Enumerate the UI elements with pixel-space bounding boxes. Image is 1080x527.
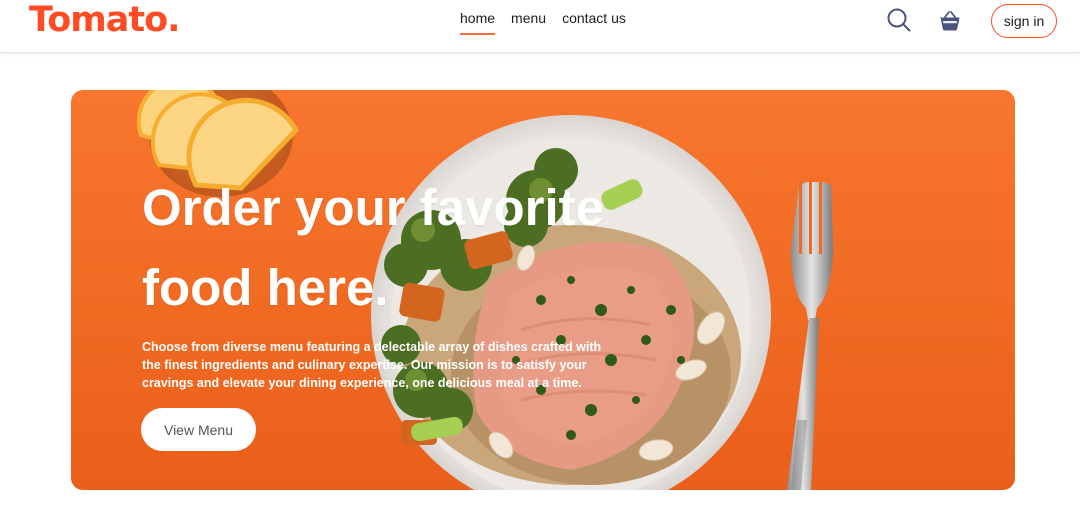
hero-banner: Order your favorite food here. Choose fr… (71, 90, 1015, 490)
basket-icon[interactable] (938, 9, 962, 33)
hero-description: Choose from diverse menu featuring a del… (142, 340, 602, 390)
nav-item-contact[interactable]: contact us (562, 10, 626, 35)
sign-in-button[interactable]: sign in (991, 4, 1057, 38)
nav-item-menu[interactable]: menu (511, 10, 546, 35)
view-menu-button[interactable]: View Menu (141, 408, 256, 451)
nav-menu: home menu contact us (460, 10, 642, 35)
logo[interactable]: Tomato. (29, 0, 180, 40)
navbar: Tomato. home menu contact us sign in (0, 0, 1080, 53)
search-icon[interactable] (886, 7, 912, 33)
hero-title: Order your favorite food here. (142, 179, 604, 316)
nav-item-home[interactable]: home (460, 10, 496, 35)
